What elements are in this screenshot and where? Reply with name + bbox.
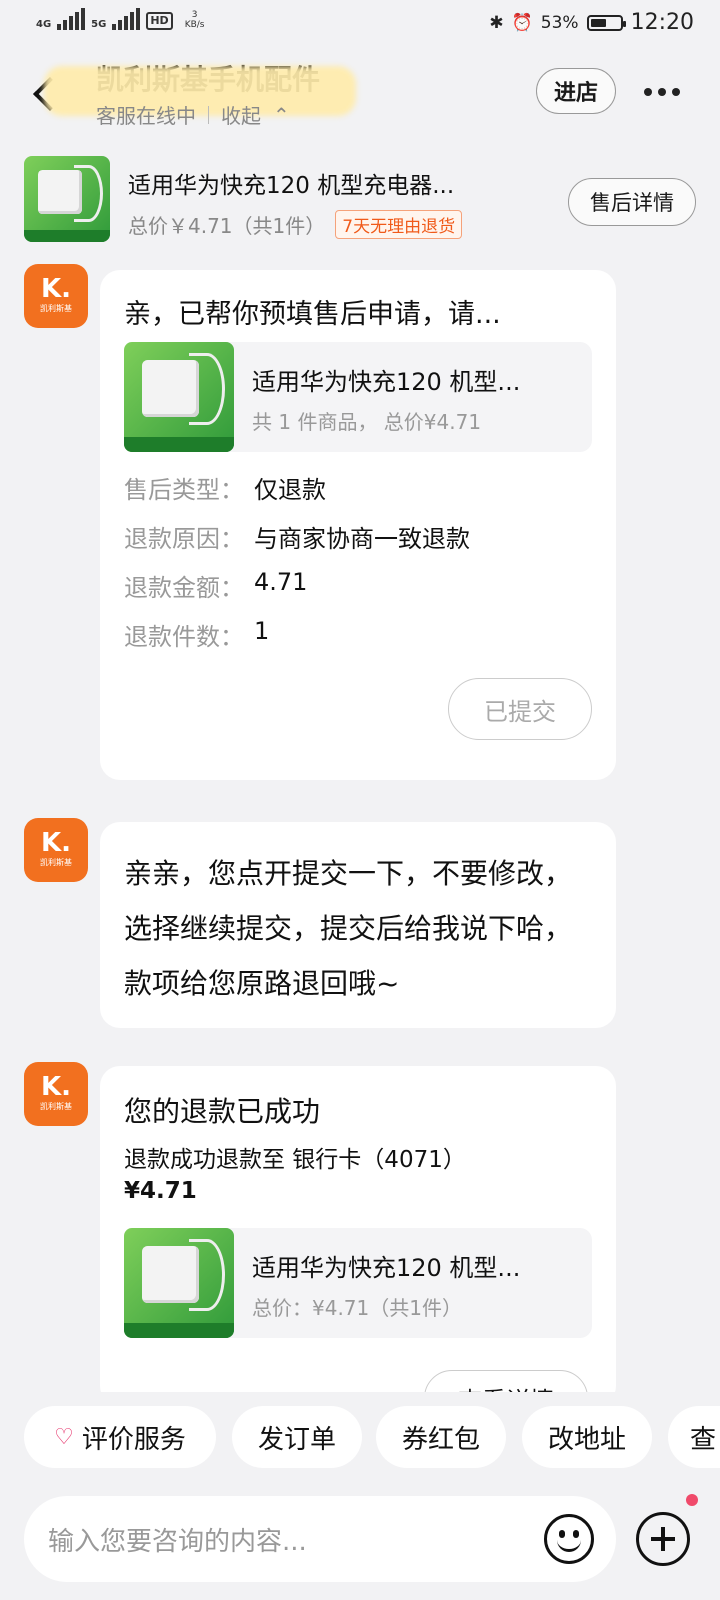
online-status: 客服在线中 [96,104,196,128]
more-options-icon[interactable] [644,88,680,96]
refund-success-card: 您的退款已成功 退款成功退款至 银行卡（4071） ¥4.71 适用华为快充12… [100,1066,616,1406]
refund-amount: ¥4.71 [124,1178,197,1204]
signal-icon [57,8,86,30]
enter-store-button[interactable]: 进店 [536,68,616,114]
network-type-2: 5G [91,19,107,30]
product-price-row: 总价￥4.71（共1件） 7天无理由退货 [128,210,463,239]
refund-destination: 退款成功退款至 银行卡（4071） [124,1147,466,1173]
collapse-link[interactable]: 收起 [221,100,261,129]
after-sale-details-button[interactable]: 售后详情 [568,178,696,226]
change-address-chip[interactable]: 改地址 [522,1406,652,1468]
product-price: 总价￥4.71（共1件） [128,214,326,238]
coupon-chip[interactable]: 券红包 [376,1406,506,1468]
refund-title: 您的退款已成功 [124,1095,321,1128]
chevron-up-icon[interactable]: ⌃ [273,103,290,127]
quick-actions-bar: ♡ 评价服务 发订单 券红包 改地址 查 [0,1392,720,1472]
product-title: 适用华为快充120 机型充电器... [128,173,455,199]
product-card[interactable]: 适用华为快充120 机型... 总价：¥4.71（共1件） [124,1228,592,1338]
clock: 12:20 [630,10,694,35]
heart-icon: ♡ [54,1424,74,1450]
send-order-chip[interactable]: 发订单 [232,1406,362,1468]
divider [208,105,209,124]
rate-service-chip[interactable]: ♡ 评价服务 [24,1406,216,1468]
message-input[interactable]: 输入您要咨询的内容... [24,1496,616,1582]
product-summary[interactable]: 适用华为快充120 机型充电器... 总价￥4.71（共1件） 7天无理由退货 … [0,152,720,252]
battery-percent: 53% [540,12,579,33]
notification-dot [686,1494,698,1506]
alarm-icon: ⏰ [511,12,533,33]
avatar[interactable]: K. 凯利斯基 [24,818,88,882]
card-subtitle: 共 1 件商品， 总价¥4.71 [252,410,482,434]
network-type: 4G [36,19,52,30]
field-row: 退款件数： 1 [124,617,270,651]
submitted-button[interactable]: 已提交 [448,678,592,740]
emoji-icon[interactable] [544,1514,594,1564]
add-icon[interactable] [636,1512,690,1566]
message-title: 亲，已帮你预填售后申请，请... [124,299,501,330]
after-sale-request-card: 亲，已帮你预填售后申请，请... 适用华为快充120 机型... 共 1 件商品… [100,270,616,780]
avatar[interactable]: K. 凯利斯基 [24,1062,88,1126]
return-policy-badge: 7天无理由退货 [335,210,463,239]
card-subtitle: 总价：¥4.71（共1件） [252,1296,462,1320]
status-bar: 4G 5G HD 3 KB/s ✱ ⏰ 53% 12:20 [0,0,720,48]
field-row: 退款金额： 4.71 [124,568,308,602]
service-status: 客服在线中 收起 ⌃ [96,100,290,129]
field-row: 售后类型： 仅退款 [124,476,326,504]
card-title: 适用华为快充120 机型... [252,368,521,396]
input-area: 输入您要咨询的内容... [0,1476,720,1600]
network-speed: 3 KB/s [184,10,205,30]
field-row: 退款原因： 与商家协商一致退款 [124,525,470,553]
product-image [124,1228,234,1338]
battery-icon [586,14,626,31]
bluetooth-icon: ✱ [489,12,504,33]
avatar[interactable]: K. 凯利斯基 [24,264,88,328]
message-bubble: 亲亲，您点开提交一下，不要修改，选择继续提交，提交后给我说下哈，款项给您原路退回… [100,822,616,1028]
product-image [124,342,234,452]
signal-icon-2 [112,8,141,30]
product-card[interactable]: 适用华为快充120 机型... 共 1 件商品， 总价¥4.71 [124,342,592,452]
product-image[interactable] [24,156,110,242]
hd-icon: HD [146,12,173,30]
chat-header: 凯利斯基手机配件 客服在线中 收起 ⌃ 进店 [0,52,720,142]
query-chip[interactable]: 查 [668,1406,720,1468]
card-title: 适用华为快充120 机型... [252,1254,521,1282]
